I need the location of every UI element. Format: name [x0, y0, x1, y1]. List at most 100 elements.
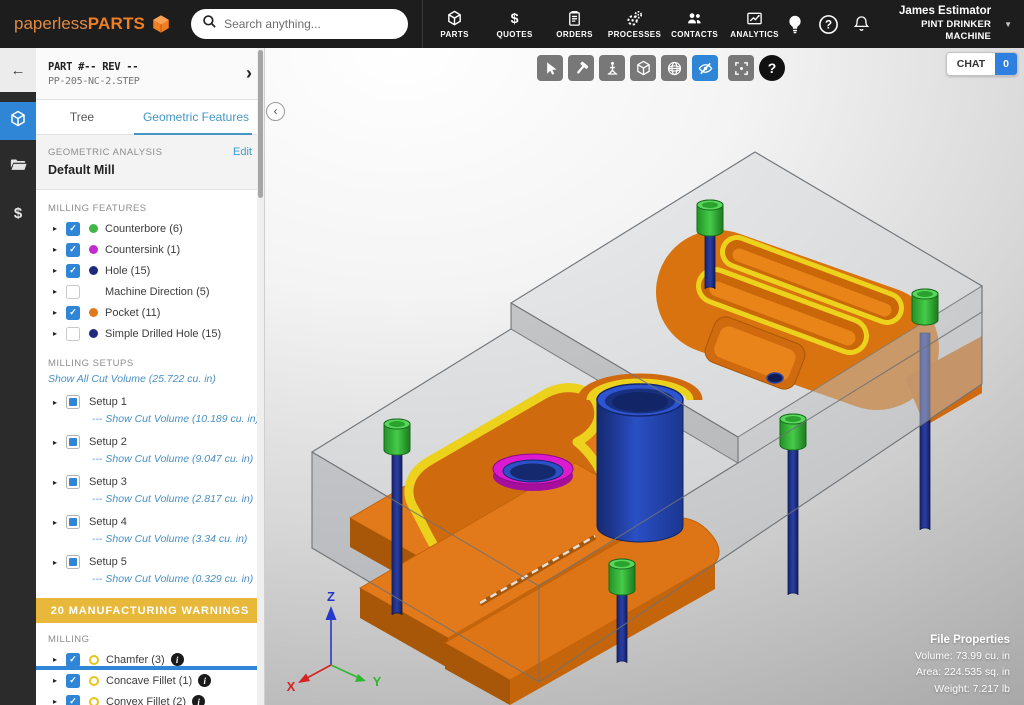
hide-features-button[interactable] — [692, 55, 718, 81]
warning-label: Chamfer (3) — [106, 653, 165, 666]
scrollbar-thumb[interactable] — [258, 50, 263, 198]
warning-checkbox[interactable] — [66, 694, 80, 705]
cursor-tool-button[interactable] — [537, 55, 563, 81]
cube-icon — [446, 10, 463, 27]
warning-checkbox[interactable] — [66, 673, 80, 688]
nav-label: PARTS — [440, 29, 469, 39]
logo-text-bold: PARTS — [87, 14, 146, 33]
info-icon[interactable] — [170, 653, 184, 666]
warning-color-dot — [89, 696, 99, 705]
milling-warnings-heading: MILLING — [48, 634, 90, 645]
manufacturing-warnings-banner[interactable]: 20 MANUFACTURING WARNINGS — [36, 598, 264, 623]
file-properties: File Properties Volume: 73.99 cu. in Are… — [915, 634, 1010, 697]
warning-checkbox[interactable] — [66, 652, 80, 667]
nav-analytics[interactable]: ANALYTICS — [725, 0, 785, 48]
nav-divider — [421, 0, 423, 48]
setup-5: Setup 5 --- Show Cut Volume (0.329 cu. i… — [36, 552, 264, 585]
globe-view-button[interactable] — [661, 55, 687, 81]
expand-arrow-icon[interactable] — [53, 676, 66, 685]
expand-arrow-icon[interactable] — [53, 224, 66, 233]
setup-label: Setup 2 — [89, 436, 127, 448]
setup-checkbox[interactable] — [66, 515, 80, 529]
feature-checkbox[interactable] — [66, 284, 80, 299]
info-icon[interactable] — [192, 695, 206, 705]
feature-checkbox[interactable] — [66, 305, 80, 320]
info-icon[interactable] — [198, 674, 212, 687]
show-cut-volume-link[interactable]: --- Show Cut Volume (3.34 cu. in) — [92, 533, 264, 545]
nav-quotes[interactable]: $ QUOTES — [485, 0, 545, 48]
viewer-toolbar — [537, 55, 785, 81]
setup-checkbox[interactable] — [66, 555, 80, 569]
nav-label: ORDERS — [556, 29, 593, 39]
show-cut-volume-link[interactable]: --- Show Cut Volume (2.817 cu. in) — [92, 493, 264, 505]
chat-count-badge: 0 — [995, 53, 1017, 75]
collapse-panel-button[interactable] — [266, 102, 285, 121]
setup-checkbox[interactable] — [66, 435, 80, 449]
expand-arrow-icon[interactable] — [53, 655, 66, 664]
show-cut-volume-link[interactable]: --- Show Cut Volume (9.047 cu. in) — [92, 453, 264, 465]
feature-checkbox[interactable] — [66, 221, 80, 236]
expand-arrow-icon[interactable] — [53, 245, 66, 254]
part-header[interactable]: PART #-- REV -- PP-205-NC-2.STEP — [36, 48, 264, 100]
tab-geometric-features[interactable]: Geometric Features — [128, 100, 264, 135]
milling-setups-heading: MILLING SETUPS — [48, 358, 134, 369]
show-cut-volume-link[interactable]: --- Show Cut Volume (0.329 cu. in) — [92, 573, 264, 585]
rail-part-viewer-tab[interactable] — [0, 102, 36, 140]
rail-files-tab[interactable] — [0, 148, 36, 186]
nav-contacts[interactable]: CONTACTS — [665, 0, 725, 48]
chevron-down-icon[interactable] — [1004, 19, 1012, 29]
part-info: PART #-- REV -- PP-205-NC-2.STEP — [48, 61, 140, 87]
feature-checkbox[interactable] — [66, 263, 80, 278]
dollar-icon — [14, 205, 22, 222]
chat-button[interactable]: CHAT 0 — [945, 52, 1018, 76]
warning-label: Concave Fillet (1) — [106, 674, 193, 687]
expand-arrow-icon[interactable] — [53, 518, 66, 527]
tab-tree[interactable]: Tree — [36, 100, 128, 134]
show-all-cut-volume-link[interactable]: Show All Cut Volume (25.722 cu. in) — [48, 373, 264, 385]
gears-icon — [626, 10, 643, 27]
svg-text:?: ? — [825, 19, 832, 31]
viewer-help-button[interactable] — [759, 55, 785, 81]
user-name: James Estimator — [899, 5, 992, 18]
search-icon — [202, 14, 217, 34]
setup-checkbox[interactable] — [66, 395, 80, 409]
left-rail — [0, 48, 36, 705]
panel-scrollbar[interactable] — [257, 48, 264, 705]
expand-arrow-icon[interactable] — [53, 308, 66, 317]
machine-button[interactable] — [599, 55, 625, 81]
nav-processes[interactable]: PROCESSES — [605, 0, 665, 48]
setup-4: Setup 4 --- Show Cut Volume (3.34 cu. in… — [36, 512, 264, 545]
tools-button[interactable] — [568, 55, 594, 81]
app-logo[interactable]: paperless PARTS — [14, 14, 171, 34]
setup-1: Setup 1 --- Show Cut Volume (10.189 cu. … — [36, 392, 264, 425]
expand-arrow-icon[interactable] — [53, 558, 66, 567]
lightbulb-icon[interactable] — [785, 14, 805, 35]
feature-color-dot — [89, 224, 98, 233]
expand-arrow-icon[interactable] — [53, 287, 66, 296]
show-cut-volume-link[interactable]: --- Show Cut Volume (10.189 cu. in) — [92, 413, 264, 425]
edit-analysis-link[interactable]: Edit — [233, 146, 252, 158]
user-menu[interactable]: James Estimator PINT DRINKER MACHINE — [884, 4, 991, 44]
help-icon[interactable]: ? — [818, 14, 839, 35]
search-input[interactable] — [224, 17, 397, 31]
cube-view-button[interactable] — [630, 55, 656, 81]
setup-checkbox[interactable] — [66, 475, 80, 489]
nav-orders[interactable]: ORDERS — [545, 0, 605, 48]
global-search[interactable] — [191, 9, 408, 39]
nav-parts[interactable]: PARTS — [425, 0, 485, 48]
expand-arrow-icon[interactable] — [53, 438, 66, 447]
expand-arrow-icon[interactable] — [53, 478, 66, 487]
expand-arrow-icon[interactable] — [53, 329, 66, 338]
rail-pricing-tab[interactable] — [0, 194, 36, 232]
setup-3: Setup 3 --- Show Cut Volume (2.817 cu. i… — [36, 472, 264, 505]
feature-label: Hole (15) — [105, 264, 151, 277]
bell-icon[interactable] — [852, 14, 871, 34]
feature-checkbox[interactable] — [66, 242, 80, 257]
expand-arrow-icon[interactable] — [53, 266, 66, 275]
setup-label: Setup 4 — [89, 516, 127, 528]
expand-arrow-icon[interactable] — [53, 697, 66, 705]
focus-view-button[interactable] — [728, 55, 754, 81]
expand-arrow-icon[interactable] — [53, 398, 66, 407]
back-button[interactable] — [0, 48, 36, 92]
feature-checkbox[interactable] — [66, 326, 80, 341]
